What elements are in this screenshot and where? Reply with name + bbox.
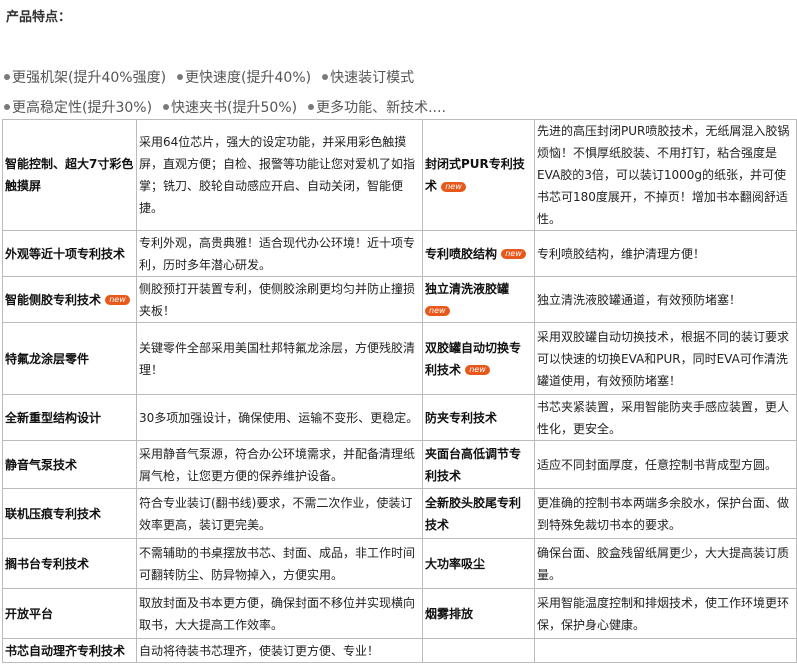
feature-description: 侧胶预打开装置专利，使侧胶涂刷更均匀并防止撞损夹板！ bbox=[136, 276, 423, 323]
new-badge: new bbox=[441, 181, 466, 192]
feature-label-text: 全新重型结构设计 bbox=[5, 410, 102, 425]
feature-label: 书芯自动理齐专利技术 bbox=[2, 638, 137, 663]
feature-label-text: 外观等近十项专利技术 bbox=[5, 246, 126, 261]
feature-list: 更强机架(提升40%强度) 更快速度(提升40%) 快速装订模式 更高稳定性(提… bbox=[4, 62, 794, 122]
feature-label: 搁书台专利技术 bbox=[2, 538, 137, 589]
feature-description: 独立清洗液胶罐通道，有效预防堵塞！ bbox=[534, 276, 797, 323]
feature-label: 智能控制、超大7寸彩色触摸屏 bbox=[2, 119, 137, 231]
feature-description: 关键零件全部采用美国杜邦特氟龙涂层，方便残胶清理！ bbox=[136, 322, 423, 395]
feature-label-text: 开放平台 bbox=[5, 606, 54, 621]
feature-label: 大功率吸尘 bbox=[422, 538, 535, 589]
table-row: 全新重型结构设计 30多项加强设计，确保使用、运输不变形、更稳定。 防夹专利技术 书芯… bbox=[2, 394, 797, 441]
feature-label: 夹面台高低调节专利技术 bbox=[422, 440, 535, 489]
new-badge: new bbox=[465, 365, 490, 375]
feature-item: 更高稳定性(提升30%) bbox=[4, 97, 152, 117]
feature-label bbox=[422, 638, 535, 663]
new-badge: new bbox=[501, 249, 526, 259]
spec-table-body: 智能控制、超大7寸彩色触摸屏 采用64位芯片，强大的设定功能，并采用彩色触摸屏，直… bbox=[2, 119, 797, 663]
feature-description: 自动将待装书芯理齐，使装订更方便、专业！ bbox=[136, 638, 423, 663]
new-badge: new bbox=[425, 306, 450, 316]
feature-description: 取放封面及书本更方便，确保封面不移位并实现横向取书，大大提高工作效率。 bbox=[136, 588, 423, 639]
table-row: 开放平台 取放封面及书本更方便，确保封面不移位并实现横向取书，大大提高工作效率。烟… bbox=[2, 588, 797, 639]
feature-label-text: 防夹专利技术 bbox=[425, 410, 498, 425]
feature-label: 全新胶头胶尾专利技术 bbox=[422, 488, 535, 539]
bullet-icon bbox=[163, 104, 170, 110]
table-row: 智能控制、超大7寸彩色触摸屏 采用64位芯片，强大的设定功能，并采用彩色触摸屏，直… bbox=[2, 119, 797, 231]
bullet-icon bbox=[322, 74, 329, 80]
feature-label: 联机压痕专利技术 bbox=[2, 488, 137, 539]
feature-item: 更多功能、新技术.... bbox=[308, 97, 446, 117]
feature-text: 更快速度(提升40%) bbox=[185, 70, 312, 86]
feature-row: 更高稳定性(提升30%) 快速夹书(提升50%) 更多功能、新技术.... bbox=[4, 92, 794, 122]
bullet-icon bbox=[177, 74, 184, 80]
feature-item: 更强机架(提升40%强度) bbox=[4, 67, 166, 87]
feature-description: 符合专业装订(翻书线)要求，不需二次作业，使装订效率更高，装订更完美。 bbox=[136, 488, 423, 539]
bullet-icon bbox=[308, 104, 315, 110]
feature-label-text: 搁书台专利技术 bbox=[5, 556, 90, 571]
feature-description: 确保台面、胶盒残留纸屑更少，大大提高装订质量。 bbox=[534, 538, 797, 589]
feature-description: 更准确的控制书本两端多余胶水，保护台面、做到特殊免裁切书本的要求。 bbox=[534, 488, 797, 539]
feature-description: 先进的高压封闭PUR喷胶技术，无纸屑混入胶锅烦恼！不惧厚纸胶装、不用打钉，粘合强… bbox=[534, 119, 797, 231]
feature-label-text: 烟雾排放 bbox=[425, 606, 474, 621]
feature-description: 采用智能温度控制和排烟技术，使工作环境更环保，保护身心健康。 bbox=[534, 588, 797, 639]
feature-label: 开放平台 bbox=[2, 588, 137, 639]
feature-label: 烟雾排放 bbox=[422, 588, 535, 639]
feature-label-text: 大功率吸尘 bbox=[425, 556, 486, 571]
feature-label: 特氟龙涂层零件 bbox=[2, 322, 137, 395]
feature-description: 采用双胶罐自动切换技术，根据不同的装订要求可以快速的切换EVA和PUR，同时EV… bbox=[534, 322, 797, 395]
page-title: 产品特点： bbox=[6, 10, 72, 25]
feature-label-text: 书芯自动理齐专利技术 bbox=[5, 643, 126, 658]
feature-label: 智能侧胶专利技术 new bbox=[2, 276, 137, 323]
feature-description bbox=[534, 638, 797, 663]
feature-label: 双胶罐自动切换专利技术 new bbox=[422, 322, 535, 395]
feature-label-text: 智能控制、超大7寸彩色触摸屏 bbox=[5, 157, 134, 193]
feature-description: 采用64位芯片，强大的设定功能，并采用彩色触摸屏，直观方便；自检、报警等功能让您… bbox=[136, 119, 423, 231]
feature-text: 快速装订模式 bbox=[330, 70, 415, 86]
feature-label: 独立清洗液胶罐 new bbox=[422, 276, 535, 323]
feature-label-text: 静音气泵技术 bbox=[5, 457, 78, 472]
feature-label: 封闭式PUR专利技术 new bbox=[422, 119, 535, 231]
feature-item: 快速装订模式 bbox=[322, 67, 414, 87]
feature-item: 快速夹书(提升50%) bbox=[163, 97, 297, 117]
feature-label: 防夹专利技术 bbox=[422, 394, 535, 441]
feature-description: 专利外观，高贵典雅！适合现代办公环境！近十项专利，历时多年潜心研发。 bbox=[136, 230, 423, 277]
feature-description: 不需辅助的书桌摆放书芯、封面、成品，非工作时间可翻转防尘、防异物掉入，方便实用。 bbox=[136, 538, 423, 589]
table-row: 静音气泵技术 采用静音气泵源，符合办公环境需求，并配备清理纸屑气枪，让您更方便的保… bbox=[2, 440, 797, 489]
table-row: 外观等近十项专利技术 专利外观，高贵典雅！适合现代办公环境！近十项专利，历时多年潜… bbox=[2, 230, 797, 277]
table-row: 特氟龙涂层零件 关键零件全部采用美国杜邦特氟龙涂层，方便残胶清理！ 双胶罐自动切换专… bbox=[2, 322, 797, 395]
feature-label: 静音气泵技术 bbox=[2, 440, 137, 489]
feature-label-text: 封闭式PUR专利技术 bbox=[425, 157, 525, 193]
table-row: 智能侧胶专利技术 new 侧胶预打开装置专利，使侧胶涂刷更均匀并防止撞损夹板！ 独立… bbox=[2, 276, 797, 323]
feature-label-text: 联机压痕专利技术 bbox=[5, 506, 102, 521]
spec-table: 智能控制、超大7寸彩色触摸屏 采用64位芯片，强大的设定功能，并采用彩色触摸屏，直… bbox=[2, 119, 797, 663]
feature-description: 30多项加强设计，确保使用、运输不变形、更稳定。 bbox=[136, 394, 423, 441]
feature-description: 书芯夹紧装置，采用智能防夹手感应装置，更人性化，更安全。 bbox=[534, 394, 797, 441]
feature-label-text: 专利喷胶结构 bbox=[425, 246, 498, 261]
feature-label-text: 全新胶头胶尾专利技术 bbox=[425, 495, 522, 532]
feature-description: 适应不同封面厚度，任意控制书背成型方圆。 bbox=[534, 440, 797, 489]
feature-text: 更高稳定性(提升30%) bbox=[12, 100, 153, 116]
table-row: 搁书台专利技术 不需辅助的书桌摆放书芯、封面、成品，非工作时间可翻转防尘、防异物掉… bbox=[2, 538, 797, 589]
feature-description: 专利喷胶结构，维护清理方便！ bbox=[534, 230, 797, 277]
feature-label: 专利喷胶结构 new bbox=[422, 230, 535, 277]
feature-description: 采用静音气泵源，符合办公环境需求，并配备清理纸屑气枪，让您更方便的保养维护设备。 bbox=[136, 440, 423, 489]
feature-label-text: 特氟龙涂层零件 bbox=[5, 351, 90, 366]
feature-label-text: 独立清洗液胶罐 bbox=[425, 281, 510, 296]
feature-text: 更强机架(提升40%强度) bbox=[12, 70, 167, 86]
feature-row: 更强机架(提升40%强度) 更快速度(提升40%) 快速装订模式 bbox=[4, 62, 794, 92]
table-row: 书芯自动理齐专利技术 自动将待装书芯理齐，使装订更方便、专业！ bbox=[2, 638, 797, 663]
feature-label-text: 夹面台高低调节专利技术 bbox=[425, 446, 522, 483]
feature-label: 外观等近十项专利技术 bbox=[2, 230, 137, 277]
feature-label: 全新重型结构设计 bbox=[2, 394, 137, 441]
feature-label-text: 智能侧胶专利技术 bbox=[5, 292, 102, 307]
bullet-icon bbox=[4, 104, 10, 110]
feature-item: 更快速度(提升40%) bbox=[177, 67, 311, 87]
feature-text: 更多功能、新技术.... bbox=[316, 100, 446, 116]
bullet-icon bbox=[4, 74, 10, 80]
new-badge: new bbox=[105, 295, 130, 305]
table-row: 联机压痕专利技术 符合专业装订(翻书线)要求，不需二次作业，使装订效率更高，装订更… bbox=[2, 488, 797, 539]
feature-text: 快速夹书(提升50%) bbox=[171, 100, 298, 116]
